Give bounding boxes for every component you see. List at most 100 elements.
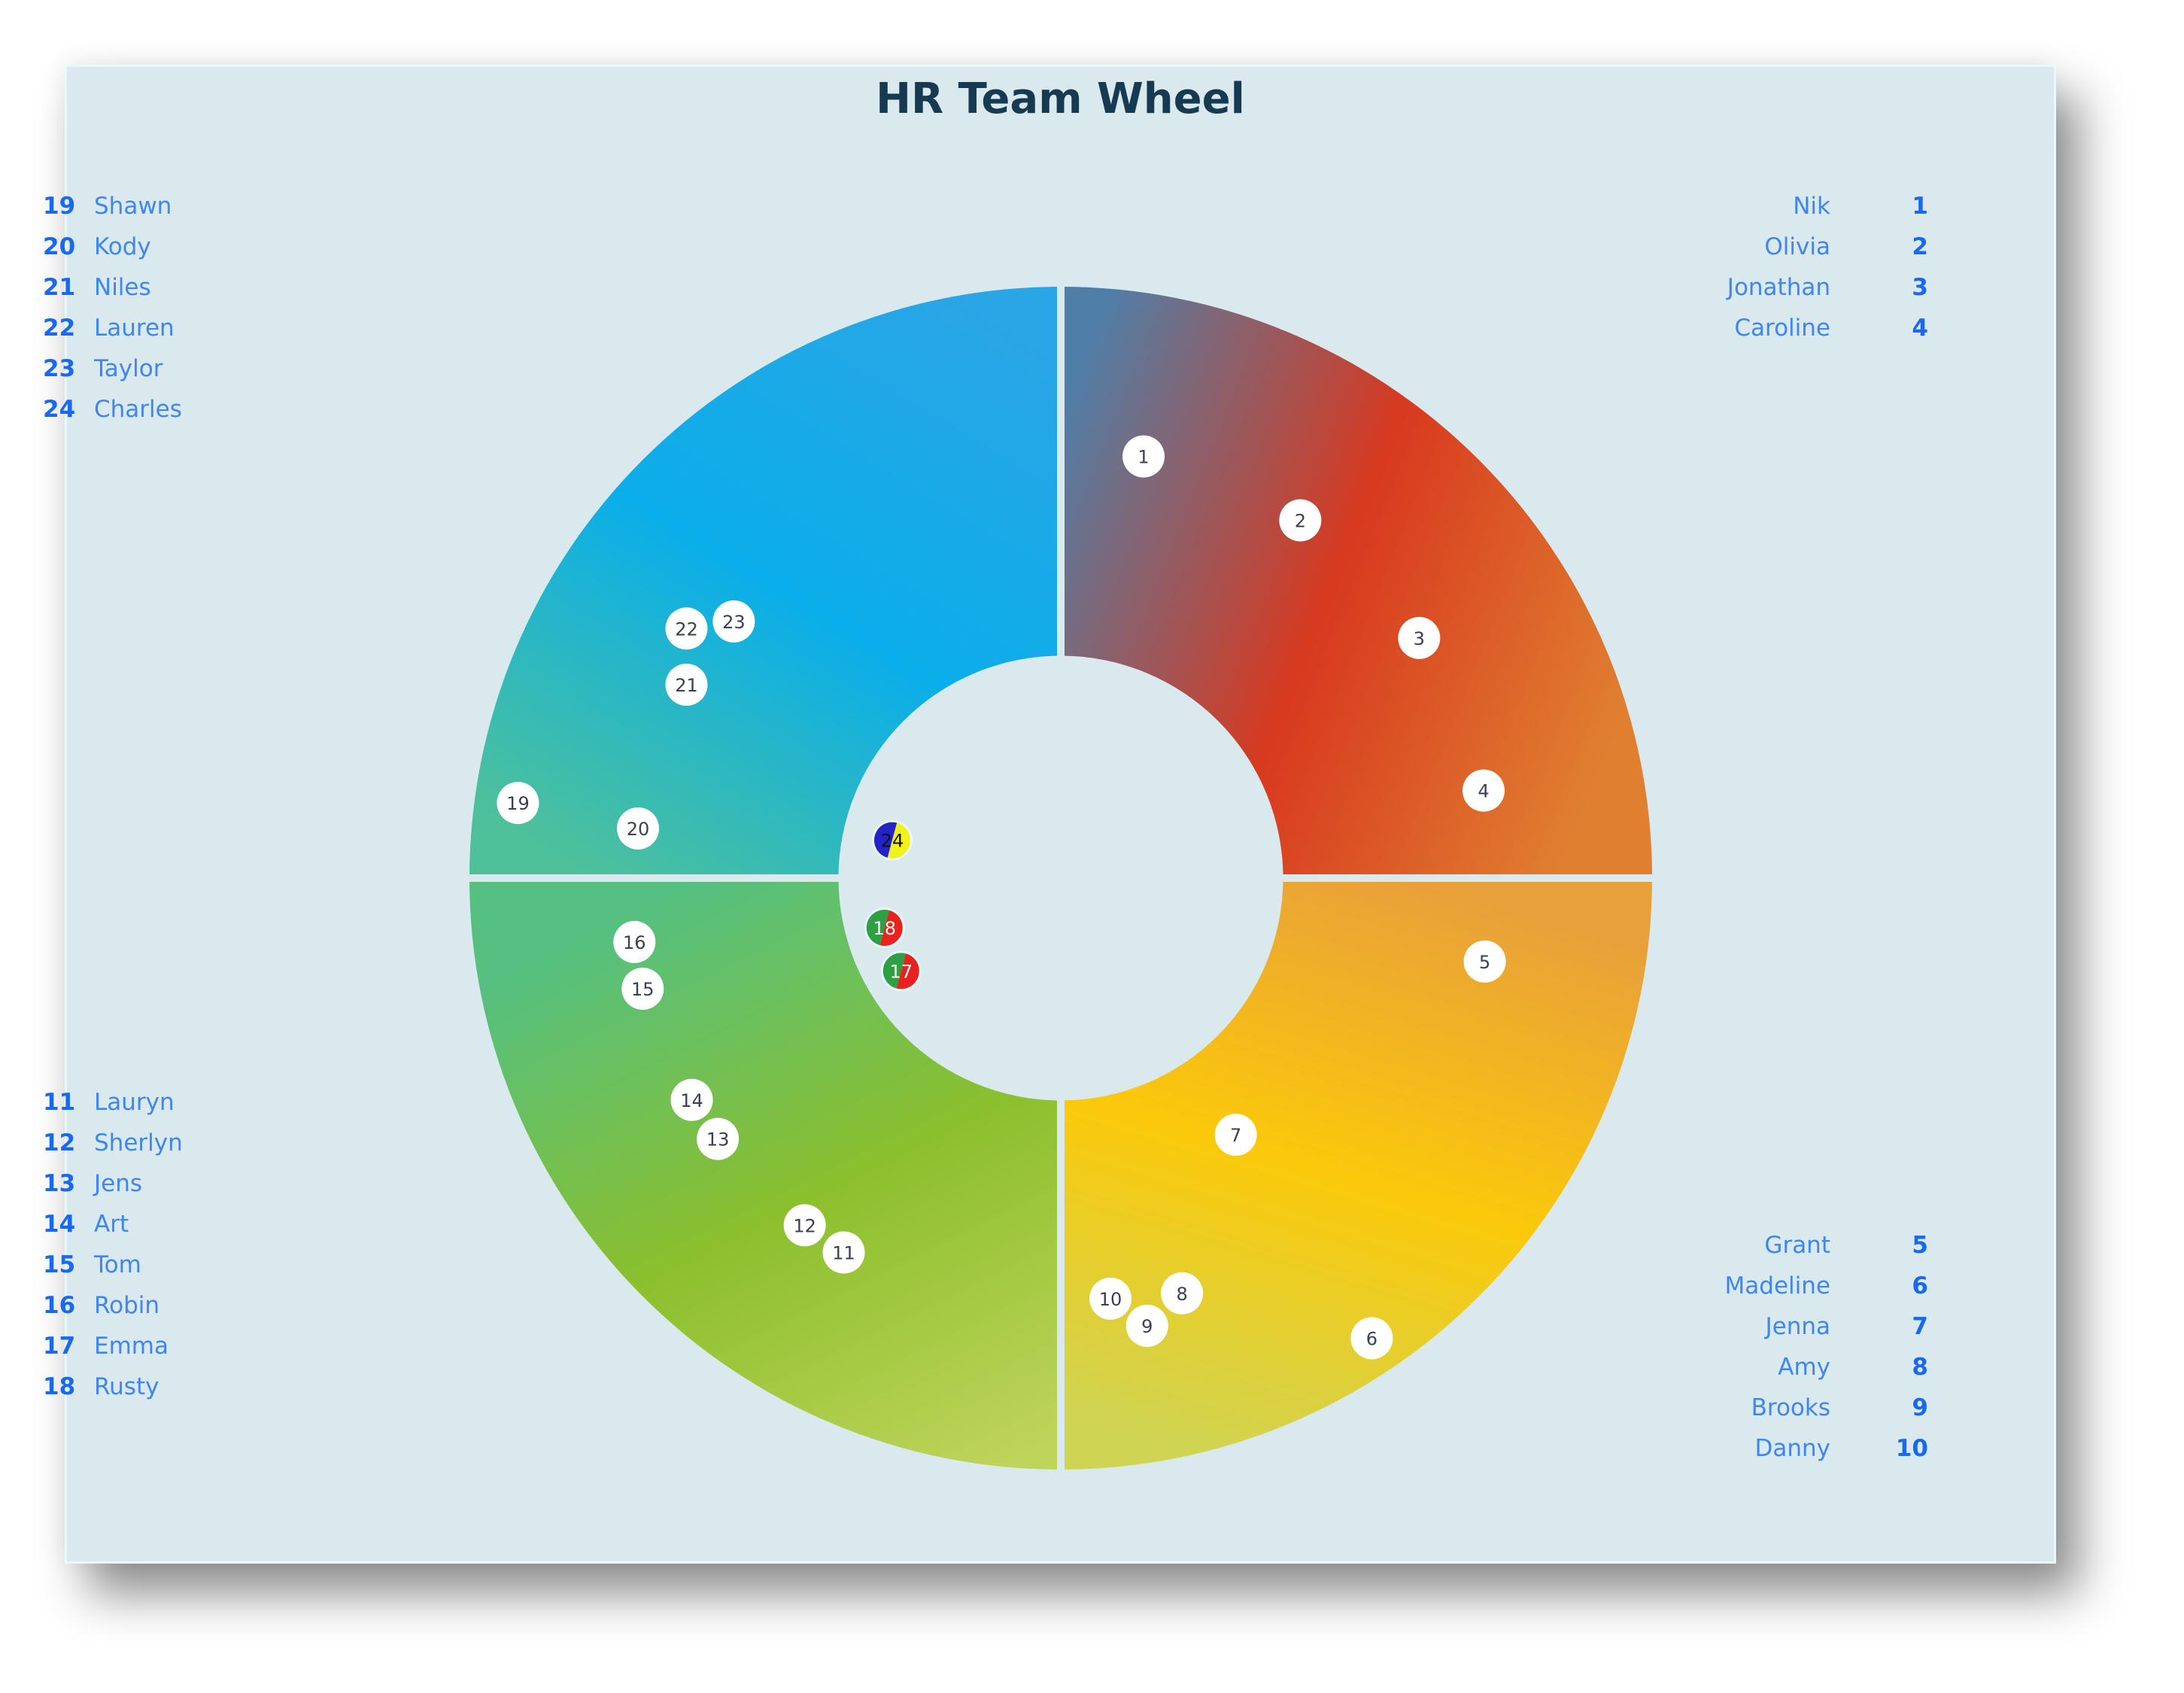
legend-name: Emma [94, 1333, 169, 1360]
marker-23[interactable]: 23 [712, 600, 755, 643]
marker-2[interactable]: 2 [1279, 499, 1322, 542]
marker-label: 10 [1099, 1289, 1122, 1310]
marker-19[interactable]: 19 [497, 782, 539, 825]
marker-label: 15 [631, 979, 655, 1000]
marker-11[interactable]: 11 [822, 1231, 865, 1274]
quadrant-bottom-left [469, 878, 1061, 1470]
legend-bottom-right: 5 Grant 6 Madeline 7 Jenna 8 Amy 9 Brooks 10 Danny [1617, 1225, 1928, 1473]
legend-top-right: 1 Nik 2 Olivia 3 Jonathan 4 Caroline [1617, 186, 1928, 351]
legend-number: 9 [1912, 1394, 1928, 1421]
legend-item: 4 Caroline [1617, 308, 1928, 348]
legend-name: Lauren [94, 315, 175, 342]
marker-3[interactable]: 3 [1398, 616, 1441, 659]
marker-label: 16 [623, 932, 646, 953]
legend-name: Kody [94, 233, 151, 260]
marker-label: 7 [1230, 1125, 1241, 1146]
marker-20[interactable]: 20 [617, 807, 660, 850]
legend-number: 21 [43, 274, 76, 301]
marker-label: 21 [675, 675, 698, 696]
legend-number: 22 [43, 315, 76, 342]
divider-right [1281, 874, 1654, 882]
legend-item: 1 Nik [1617, 186, 1928, 226]
legend-number: 23 [43, 355, 76, 382]
legend-number: 3 [1912, 274, 1928, 301]
marker-label: 17 [890, 961, 913, 982]
legend-number: 7 [1912, 1313, 1928, 1340]
legend-name: Niles [94, 274, 151, 301]
legend-item: 14 Art [43, 1204, 238, 1245]
marker-13[interactable]: 13 [697, 1117, 740, 1160]
legend-name: Nik [1793, 193, 1830, 220]
marker-label: 9 [1141, 1316, 1153, 1337]
legend-name: Jenna [1765, 1313, 1830, 1340]
marker-label: 11 [832, 1243, 855, 1264]
legend-name: Robin [94, 1292, 160, 1319]
legend-item: 6 Madeline [1617, 1266, 1928, 1306]
legend-item: 16 Robin [43, 1285, 238, 1326]
legend-top-left: 19 Shawn 20 Kody 21 Niles 22 Lauren 23 Taylor 24 Ch… [43, 186, 238, 430]
divider-left [468, 874, 840, 882]
marker-6[interactable]: 6 [1350, 1317, 1393, 1360]
marker-label: 13 [706, 1129, 730, 1150]
legend-name: Tom [94, 1251, 141, 1278]
legend-number: 18 [43, 1373, 76, 1400]
marker-16[interactable]: 16 [613, 920, 656, 963]
marker-8[interactable]: 8 [1161, 1272, 1204, 1315]
marker-22[interactable]: 22 [665, 607, 708, 650]
legend-bottom-left: 11 Lauryn 12 Sherlyn 13 Jens 14 Art 15 Tom 16 Robin… [43, 1082, 238, 1407]
legend-name: Charles [94, 396, 182, 423]
legend-item: 18 Rusty [43, 1366, 238, 1407]
legend-name: Jonathan [1727, 274, 1830, 301]
legend-name: Shawn [94, 193, 172, 220]
marker-4[interactable]: 4 [1462, 769, 1505, 812]
marker-label: 20 [627, 819, 650, 840]
legend-number: 16 [43, 1292, 76, 1319]
legend-number: 24 [43, 396, 76, 423]
legend-item: 17 Emma [43, 1326, 238, 1366]
legend-number: 19 [43, 193, 76, 220]
legend-name: Amy [1778, 1354, 1830, 1381]
marker-15[interactable]: 15 [621, 967, 664, 1010]
marker-7[interactable]: 7 [1214, 1114, 1257, 1157]
legend-number: 4 [1912, 315, 1928, 342]
marker-12[interactable]: 12 [783, 1204, 826, 1247]
marker-label: 12 [793, 1215, 816, 1236]
legend-item: 7 Jenna [1617, 1306, 1928, 1347]
marker-5[interactable]: 5 [1463, 940, 1506, 983]
legend-item: 11 Lauryn [43, 1082, 238, 1123]
marker-21[interactable]: 21 [665, 663, 708, 706]
legend-number: 11 [43, 1089, 76, 1116]
marker-9[interactable]: 9 [1125, 1305, 1168, 1348]
legend-name: Danny [1754, 1435, 1830, 1462]
legend-number: 10 [1895, 1435, 1928, 1462]
marker-24[interactable]: 24 [871, 819, 913, 861]
legend-number: 14 [43, 1211, 76, 1238]
legend-item: 20 Kody [43, 226, 238, 267]
marker-label: 14 [680, 1090, 703, 1111]
legend-number: 20 [43, 233, 76, 260]
marker-label: 24 [881, 831, 904, 852]
marker-label: 23 [722, 612, 746, 633]
quadrant-top-right [1061, 287, 1652, 878]
quadrant-top-left [469, 287, 1061, 878]
legend-name: Grant [1764, 1232, 1830, 1259]
legend-name: Lauryn [94, 1089, 175, 1116]
legend-name: Caroline [1734, 315, 1830, 342]
legend-item: 3 Jonathan [1617, 267, 1928, 308]
legend-item: 10 Danny [1617, 1428, 1928, 1469]
legend-item: 24 Charles [43, 389, 238, 430]
marker-label: 19 [506, 793, 530, 814]
legend-item: 21 Niles [43, 267, 238, 308]
legend-item: 23 Taylor [43, 348, 238, 389]
marker-label: 4 [1478, 781, 1489, 802]
marker-10[interactable]: 10 [1089, 1277, 1132, 1320]
marker-14[interactable]: 14 [670, 1078, 713, 1121]
legend-name: Madeline [1724, 1272, 1830, 1299]
legend-name: Brooks [1751, 1394, 1830, 1421]
marker-label: 22 [675, 619, 698, 640]
divider-bottom [1057, 1099, 1065, 1471]
marker-18[interactable]: 18 [864, 907, 905, 949]
legend-item: 22 Lauren [43, 308, 238, 348]
marker-1[interactable]: 1 [1122, 435, 1165, 478]
marker-17[interactable]: 17 [880, 950, 922, 992]
